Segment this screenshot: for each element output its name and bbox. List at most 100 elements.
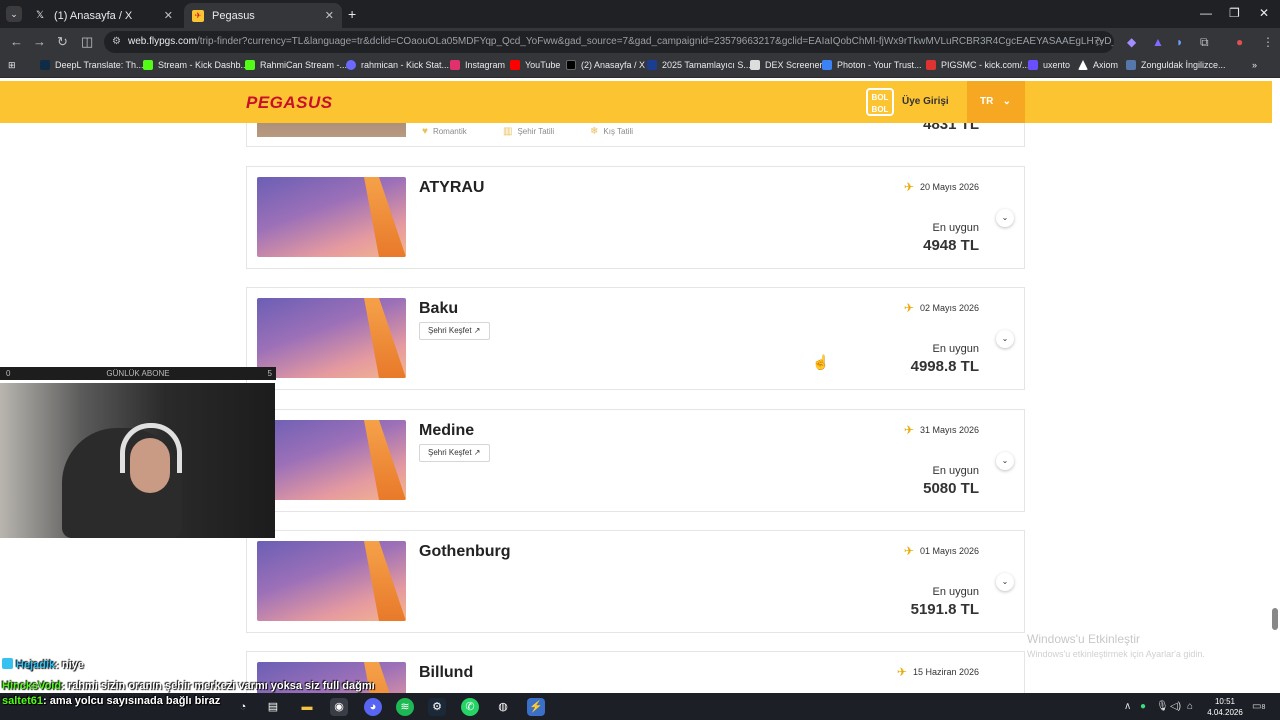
system-clock[interactable]: 10:51 4.04.2026	[1205, 696, 1245, 718]
browser-toolbar: ← → ↻ ◫ ⚙ web.flypgs.com/trip-finder?cur…	[0, 28, 1280, 56]
tray-app-icon[interactable]: ●	[1140, 701, 1146, 712]
flight-date: ✈ 01 Mayıs 2026	[904, 544, 979, 558]
explore-city-button[interactable]: Şehri Keşfet ↗	[419, 322, 490, 340]
close-icon[interactable]: ✕	[164, 9, 173, 22]
bookmark-item[interactable]: rahmican - Kick Stat...	[346, 60, 449, 70]
new-tab-icon[interactable]: +	[348, 6, 356, 22]
destination-card[interactable]: Gothenburg ✈ 01 Mayıs 2026 En uygun 5191.…	[246, 530, 1025, 633]
scrollbar-thumb[interactable]	[1272, 608, 1278, 630]
chrome-icon[interactable]: ◉	[330, 698, 348, 716]
address-bar[interactable]: ⚙ web.flypgs.com/trip-finder?currency=TL…	[104, 31, 1114, 53]
tab-search-icon[interactable]: ⌄	[6, 6, 22, 22]
volume-icon[interactable]: ◁)	[1170, 701, 1181, 712]
app-icon[interactable]: ⚡	[527, 698, 545, 716]
destination-card[interactable]: ♥ Romantik ▥ Şehir Tatili ❄ Kış Tatili 4831…	[246, 123, 1025, 147]
obs-icon[interactable]: ◍	[494, 698, 512, 716]
task-view-icon[interactable]: ▤	[264, 698, 282, 716]
forward-icon[interactable]: →	[33, 34, 46, 49]
bolbol-logo[interactable]: BOL BOL	[866, 88, 894, 116]
clock-date: 4.04.2026	[1207, 708, 1243, 717]
bookmark-item[interactable]: DEX Screener	[750, 60, 823, 70]
discord-icon[interactable]: ◕	[364, 698, 382, 716]
bookmark-item[interactable]: (2) Anasayfa / X	[566, 60, 645, 70]
pegasus-logo[interactable]: PEGASUS	[246, 93, 333, 113]
language-label: TR	[980, 96, 994, 107]
flight-date: ✈ 31 Mayıs 2026	[904, 423, 979, 437]
site-info-icon[interactable]: ⚙	[112, 31, 121, 53]
pigsmc-icon	[926, 60, 936, 70]
microphone-icon[interactable]: 🎙	[1156, 701, 1169, 712]
destination-card[interactable]: ATYRAU ✈ 20 Mayıs 2026 En uygun 4948 TL ⌄	[246, 166, 1025, 269]
flight-date: ✈ 02 Mayıs 2026	[904, 301, 979, 315]
price: 5080 TL	[923, 480, 979, 497]
side-panel-icon[interactable]: ◫	[81, 34, 93, 50]
bookmark-item[interactable]: DeepL Translate: Th...	[40, 60, 144, 70]
x-logo-icon: 𝕏	[35, 9, 45, 21]
bookmark-item[interactable]: YouTube	[510, 60, 560, 70]
apps-icon[interactable]: ⊞	[8, 60, 16, 71]
close-icon[interactable]: ✕	[325, 9, 334, 22]
bookmark-item[interactable]: Instagram	[450, 60, 505, 70]
bookmark-item[interactable]: uxento	[1028, 60, 1070, 70]
extension-icon[interactable]: ◆	[1127, 35, 1136, 49]
edge-icon[interactable]: ◔	[234, 698, 252, 716]
badge-icon	[2, 658, 13, 669]
activation-subtitle: Windows'u etkinleştirmek için Ayarlar'a …	[1027, 649, 1205, 659]
minimize-icon[interactable]: —	[1200, 6, 1212, 20]
bookmark-item[interactable]: 2025 Tamamlayıcı S...	[647, 60, 751, 70]
bookmarks-overflow-icon[interactable]: »	[1252, 60, 1257, 70]
browser-tab-pegasus[interactable]: ✈ Pegasus ✕	[184, 3, 342, 28]
notification-icon[interactable]: ▭8	[1252, 701, 1265, 712]
bookmark-item[interactable]: PIGSMC - kick.com/...	[926, 60, 1030, 70]
browser-tab-x[interactable]: 𝕏 (1) Anasayfa / X ✕	[26, 3, 181, 28]
steam-icon[interactable]: ⚙	[428, 698, 446, 716]
chat-message: HincksVoid: rahmi sizin oranın şehir mer…	[2, 680, 375, 692]
destination-card[interactable]: Baku Şehri Keşfet ↗ ✈ 02 Mayıs 2026 En uy…	[246, 287, 1025, 390]
webcam-feed	[0, 383, 275, 538]
extension-icon[interactable]: ▲	[1152, 35, 1164, 49]
extension-icon[interactable]: ◗	[1176, 35, 1183, 49]
date-label: 15 Haziran 2026	[912, 667, 979, 677]
chevron-down-icon[interactable]: ⌄	[996, 330, 1014, 348]
bookmark-item[interactable]: Stream - Kick Dashb...	[143, 60, 248, 70]
school-icon	[1126, 60, 1136, 70]
language-selector[interactable]: TR ⌄	[967, 81, 1025, 123]
maximize-icon[interactable]: ❐	[1229, 6, 1240, 20]
tab-title: Pegasus	[212, 9, 255, 22]
bookmark-item[interactable]: Photon - Your Trust...	[822, 60, 922, 70]
date-label: 20 Mayıs 2026	[919, 182, 979, 192]
youtube-icon	[510, 60, 520, 70]
chevron-down-icon[interactable]: ⌄	[996, 452, 1014, 470]
explore-city-button[interactable]: Şehri Keşfet ↗	[419, 444, 490, 462]
bookmark-star-icon[interactable]: ☆	[1094, 35, 1105, 49]
chevron-down-icon[interactable]: ⌄	[996, 573, 1014, 591]
bookmark-item[interactable]: Axiom	[1078, 60, 1118, 70]
instagram-icon	[450, 60, 460, 70]
destination-card[interactable]: Medine Şehri Keşfet ↗ ✈ 31 Mayıs 2026 En …	[246, 409, 1025, 512]
chevron-down-icon[interactable]: ⌄	[996, 209, 1014, 227]
uxento-icon	[1028, 60, 1038, 70]
menu-icon[interactable]: ⋮	[1262, 35, 1274, 49]
destination-name: Baku	[419, 300, 459, 317]
login-link[interactable]: Üye Girişi	[902, 96, 949, 107]
best-price-label: En uygun	[932, 586, 979, 598]
file-explorer-icon[interactable]: ▬	[298, 698, 316, 716]
tray-expand-icon[interactable]: ∧	[1124, 701, 1131, 712]
whatsapp-icon[interactable]: ✆	[461, 698, 479, 716]
bookmark-item[interactable]: Zonguldak İngilizce...	[1126, 60, 1226, 70]
window-close-icon[interactable]: ✕	[1259, 6, 1269, 20]
profile-avatar[interactable]: ●	[1236, 35, 1243, 49]
chat-message: saltet61: ama yolcu sayısınada bağlı bir…	[2, 695, 220, 707]
back-icon[interactable]: ←	[10, 34, 23, 49]
chat-username: saltet61	[2, 695, 43, 707]
spotify-icon[interactable]: ≋	[396, 698, 414, 716]
bookmark-item[interactable]: RahmiCan Stream -...	[245, 60, 347, 70]
reload-icon[interactable]: ↻	[57, 34, 68, 50]
axiom-icon	[1078, 60, 1088, 70]
network-icon[interactable]: ⌂	[1187, 701, 1193, 712]
extensions-puzzle-icon[interactable]: ⧉	[1200, 35, 1209, 50]
bookmarks-bar: ⊞ DeepL Translate: Th... Stream - Kick D…	[0, 56, 1280, 78]
chat-username: HincksVoid	[2, 680, 62, 692]
date-label: 31 Mayıs 2026	[919, 425, 979, 435]
destination-name: Billund	[419, 664, 474, 681]
